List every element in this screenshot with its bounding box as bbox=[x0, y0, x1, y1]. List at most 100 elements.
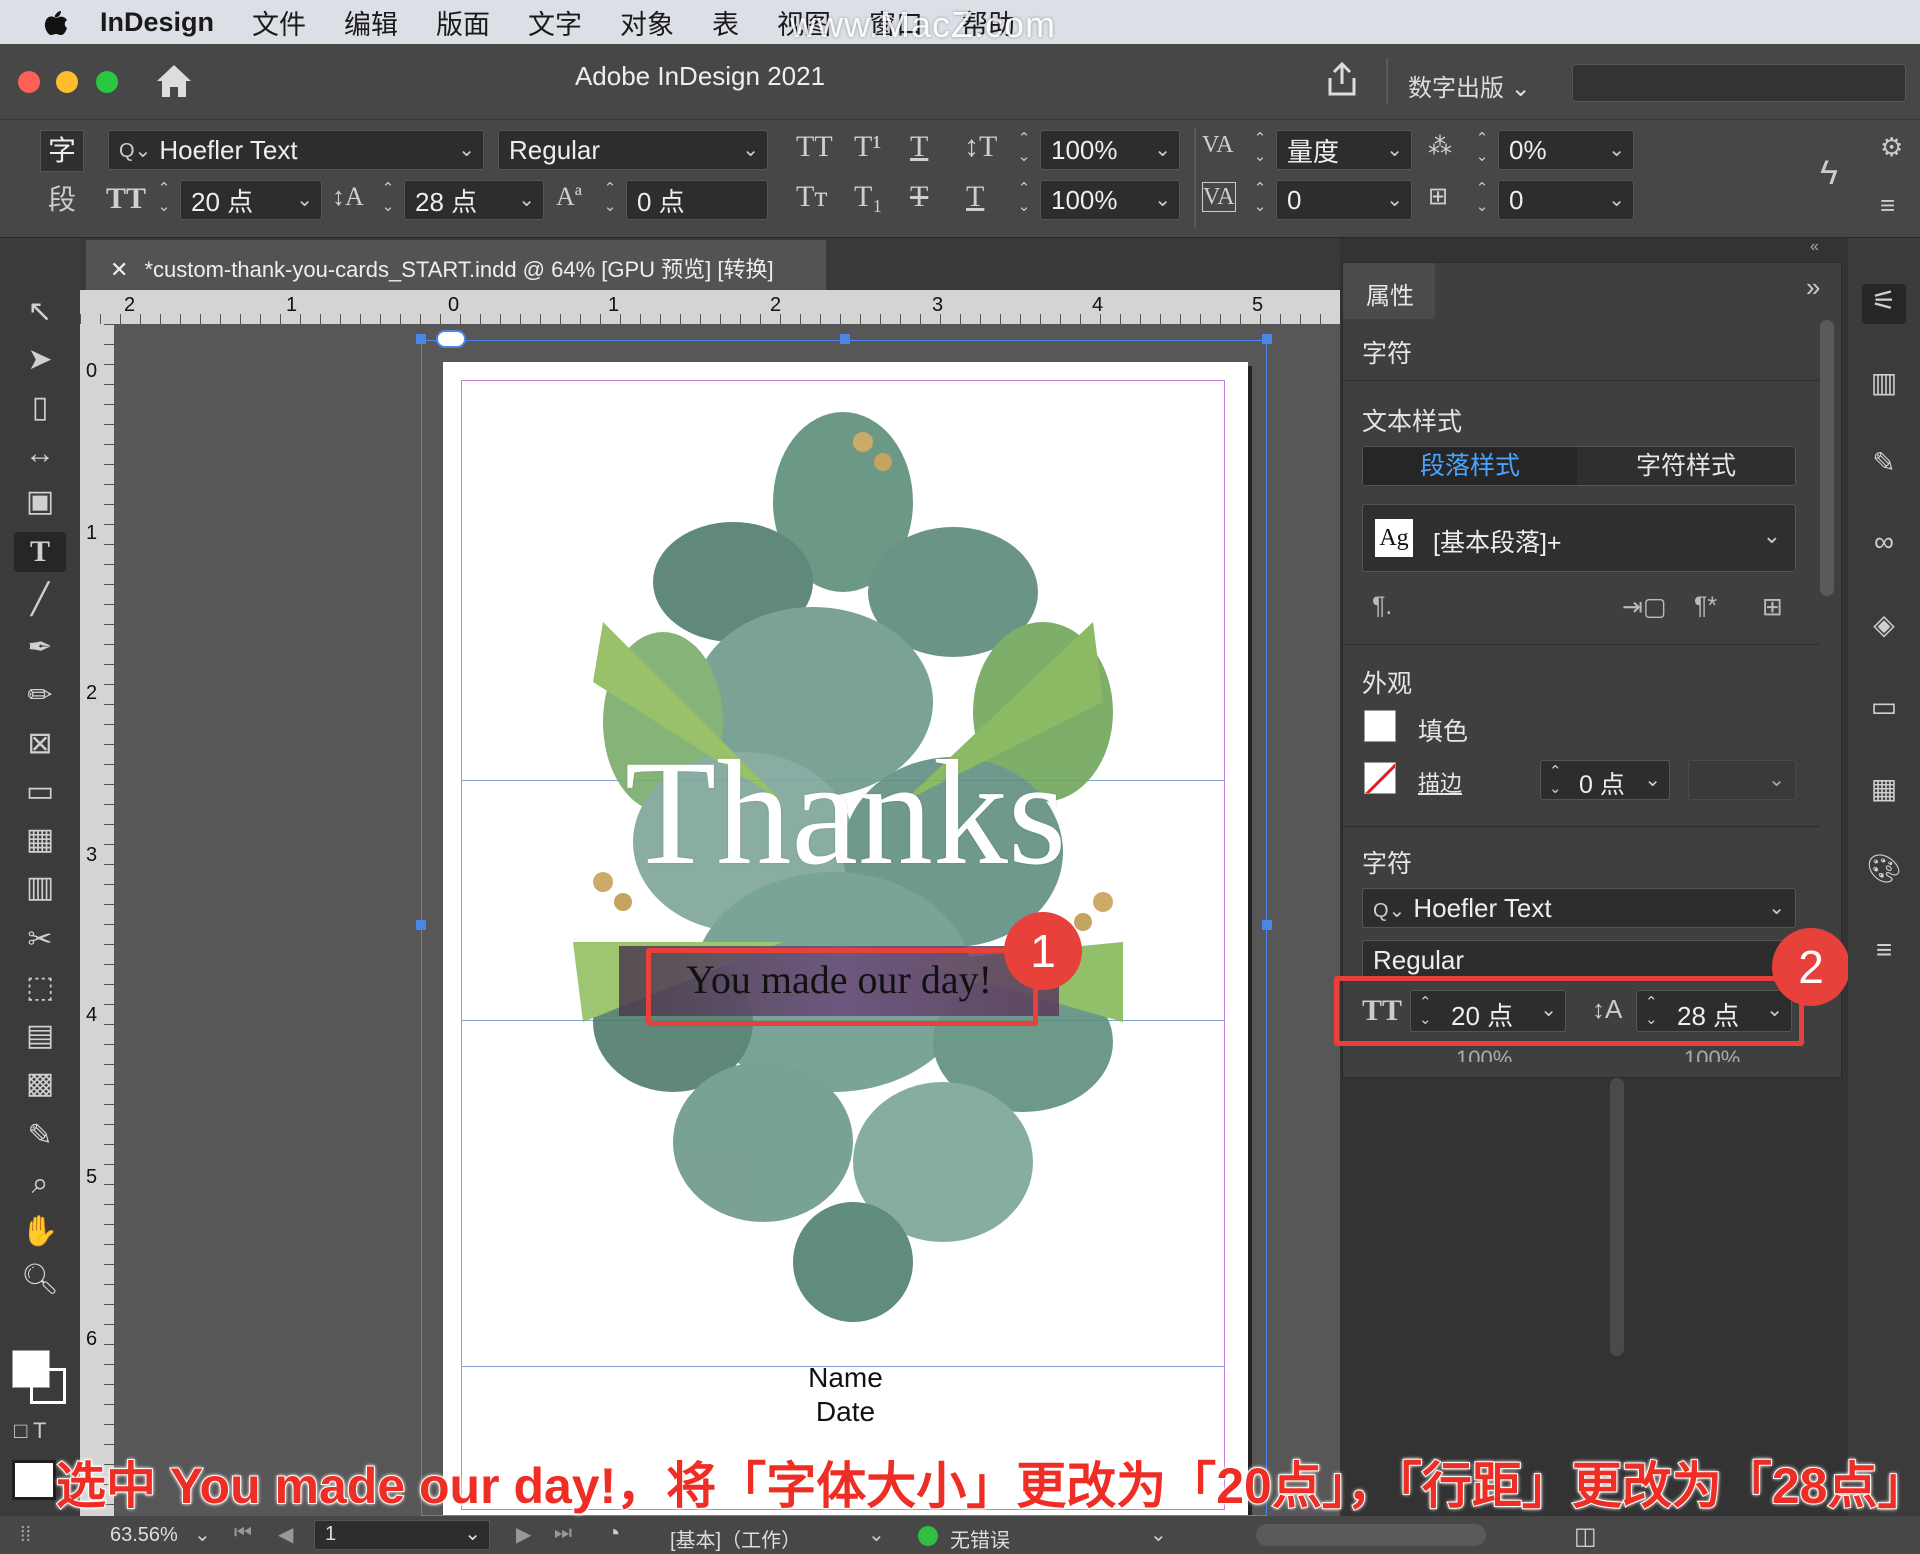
type-tool-icon[interactable]: T bbox=[14, 532, 66, 572]
chevron-down-icon[interactable]: ⌄ bbox=[194, 1522, 211, 1547]
stroke-swatch[interactable] bbox=[30, 1368, 66, 1404]
pen-tool-icon[interactable]: ✒ bbox=[14, 628, 66, 668]
previous-page-icon[interactable]: ◀ bbox=[278, 1522, 293, 1547]
font-style-field[interactable]: Regular ⌄ bbox=[498, 130, 768, 170]
collapse-icon[interactable]: « bbox=[1810, 238, 1819, 256]
zoom-tool-icon[interactable]: 🔍︎ bbox=[14, 1260, 66, 1300]
open-page-icon[interactable]: ◔ bbox=[606, 1520, 621, 1548]
new-style-icon[interactable]: ⊞ bbox=[1762, 592, 1783, 622]
vertical-scale-stepper[interactable]: ⌃ ⌄ bbox=[1012, 130, 1036, 170]
tsume-field[interactable]: 0% ⌄ bbox=[1498, 130, 1634, 170]
split-view-icon[interactable]: ◫ bbox=[1574, 1522, 1597, 1551]
chevron-down-icon[interactable]: ⌄ bbox=[1154, 137, 1171, 162]
line-tool-icon[interactable]: ╱ bbox=[14, 580, 66, 620]
stroke-panel-icon[interactable]: ▦ bbox=[1862, 772, 1906, 812]
grid-icon[interactable]: ⁞⁞ bbox=[20, 1524, 31, 1547]
properties-tab[interactable]: 属性 bbox=[1366, 276, 1414, 311]
chevron-down-icon[interactable]: ⌄ bbox=[1608, 187, 1625, 212]
chevron-down-icon[interactable]: ⌄ bbox=[1386, 137, 1403, 162]
color-panel-icon[interactable]: 🎨︎ bbox=[1862, 852, 1906, 892]
document-tab[interactable]: ✕ *custom-thank-you-cards_START.indd @ 64… bbox=[86, 240, 826, 290]
horizontal-scale-stepper[interactable]: ⌃ ⌄ bbox=[1012, 180, 1036, 220]
horizontal-scrollbar[interactable] bbox=[1256, 1524, 1486, 1546]
swatches-panel-icon[interactable]: ▭ bbox=[1862, 690, 1906, 730]
table-tool-icon[interactable]: ▦ bbox=[14, 820, 66, 860]
chevron-down-icon[interactable]: ⌄ bbox=[1150, 1522, 1167, 1547]
font-size-stepper[interactable]: ⌃ ⌄ bbox=[152, 180, 176, 220]
apple-icon[interactable] bbox=[42, 7, 70, 37]
view-mode-button[interactable] bbox=[12, 1460, 56, 1500]
share-icon[interactable] bbox=[1322, 60, 1362, 100]
stroke-weight-field[interactable]: ⌃ ⌄ 0 点 ⌄ bbox=[1540, 760, 1670, 800]
pencil-tool-icon[interactable]: ✏ bbox=[14, 676, 66, 716]
free-transform-tool-icon[interactable]: ⬚ bbox=[14, 968, 66, 1008]
chevron-down-icon[interactable]: ⌄ bbox=[868, 1522, 885, 1547]
cc-libraries-icon[interactable]: ✎ bbox=[1862, 446, 1906, 486]
panel-scrollbar[interactable] bbox=[1820, 320, 1834, 596]
leading-field[interactable]: 28 点 ⌄ bbox=[404, 180, 544, 220]
layers-panel-icon[interactable]: ◈ bbox=[1862, 608, 1906, 648]
tracking-stepper[interactable]: ⌃ ⌄ bbox=[1248, 180, 1272, 220]
rectangle-tool-icon[interactable]: ▭ bbox=[14, 772, 66, 812]
menu-table[interactable]: 表 bbox=[712, 3, 739, 42]
links-panel-icon[interactable]: ∞ bbox=[1862, 526, 1906, 566]
first-page-icon[interactable]: ⏮ bbox=[234, 1522, 252, 1545]
pages-panel-icon[interactable]: ▥ bbox=[1862, 366, 1906, 406]
font-size-field[interactable]: 20 点 ⌄ bbox=[180, 180, 322, 220]
workspace-switcher[interactable]: 数字出版 ⌄ bbox=[1408, 68, 1531, 103]
horizontal-scale-field[interactable]: 100% ⌄ bbox=[1040, 180, 1180, 220]
menu-type[interactable]: 文字 bbox=[528, 3, 582, 42]
scissors-tool-icon[interactable]: ✂ bbox=[14, 920, 66, 960]
chevron-down-icon[interactable]: ⌄ bbox=[742, 137, 759, 162]
menu-app-name[interactable]: InDesign bbox=[100, 7, 214, 38]
panel-expand-icon[interactable]: » bbox=[1806, 272, 1820, 303]
chevron-down-icon[interactable]: ⌄ bbox=[1608, 137, 1625, 162]
resize-handle[interactable] bbox=[416, 334, 426, 344]
font-family-field[interactable]: Q⌄ Hoefler Text ⌄ bbox=[108, 130, 484, 170]
panel-font-family-field[interactable]: Q⌄ Hoefler Text ⌄ bbox=[1362, 888, 1796, 928]
menu-object[interactable]: 对象 bbox=[620, 3, 674, 42]
all-caps-icon[interactable]: TT bbox=[796, 130, 833, 164]
gear-icon[interactable]: ⚙ bbox=[1880, 132, 1903, 163]
tsume-stepper[interactable]: ⌃ ⌄ bbox=[1470, 130, 1494, 170]
baseline-shift-stepper[interactable]: ⌃ ⌄ bbox=[598, 180, 622, 220]
character-rotation-field[interactable]: 0 ⌄ bbox=[1498, 180, 1634, 220]
fill-color-swatch[interactable] bbox=[1364, 710, 1396, 742]
preflight-status[interactable]: 无错误 bbox=[950, 1524, 1010, 1553]
grid-tool-icon[interactable]: ▥ bbox=[14, 868, 66, 908]
resize-handle[interactable] bbox=[840, 334, 850, 344]
resize-handle[interactable] bbox=[416, 920, 426, 930]
formatting-text-icon[interactable]: □ T bbox=[14, 1418, 46, 1444]
kerning-stepper[interactable]: ⌃ ⌄ bbox=[1248, 130, 1272, 170]
paragraph-mark-icon[interactable]: ¶. bbox=[1372, 592, 1392, 621]
paragraph-mode-button[interactable]: 段 bbox=[40, 180, 84, 222]
baseline-shift-field[interactable]: 0 点 bbox=[626, 180, 768, 220]
working-style[interactable]: [基本]（工作） bbox=[670, 1524, 801, 1553]
next-page-icon[interactable]: ▶ bbox=[516, 1522, 531, 1547]
hand-tool-icon[interactable]: ✋ bbox=[14, 1212, 66, 1252]
chevron-down-icon[interactable]: ⌄ bbox=[1154, 187, 1171, 212]
chevron-down-icon[interactable]: ⌄ bbox=[1386, 187, 1403, 212]
stroke-label[interactable]: 描边 bbox=[1418, 766, 1462, 798]
chevron-down-icon[interactable]: ⌄ bbox=[296, 187, 313, 212]
strikethrough-icon[interactable]: T bbox=[910, 180, 928, 214]
menu-icon[interactable]: ≡ bbox=[1862, 934, 1906, 974]
gap-tool-icon[interactable]: ↔ bbox=[14, 434, 66, 474]
small-caps-icon[interactable]: Tт bbox=[796, 180, 827, 214]
superscript-icon[interactable]: T¹ bbox=[854, 130, 881, 164]
search-input[interactable] bbox=[1572, 64, 1906, 102]
tracking-field[interactable]: 0 ⌄ bbox=[1276, 180, 1412, 220]
resize-handle[interactable] bbox=[1262, 334, 1272, 344]
quick-apply-icon[interactable]: ϟ bbox=[1820, 154, 1838, 193]
panel-font-style-field[interactable]: Regular bbox=[1362, 940, 1796, 980]
tab-paragraph-styles[interactable]: 段落样式 bbox=[1363, 447, 1577, 485]
rectangle-frame-tool-icon[interactable]: ⊠ bbox=[14, 724, 66, 764]
menu-edit[interactable]: 编辑 bbox=[344, 3, 398, 42]
last-page-icon[interactable]: ⏭ bbox=[554, 1522, 572, 1545]
kerning-field[interactable]: 量度 ⌄ bbox=[1276, 130, 1412, 170]
chevron-down-icon[interactable]: ⌄ bbox=[458, 137, 475, 162]
load-styles-icon[interactable]: ⇥▢ bbox=[1622, 592, 1667, 622]
direct-selection-tool-icon[interactable]: ➤ bbox=[14, 340, 66, 380]
character-mode-button[interactable]: 字 bbox=[40, 130, 84, 172]
paragraph-style-dropdown[interactable]: Ag [基本段落]+ ⌄ bbox=[1362, 504, 1796, 572]
